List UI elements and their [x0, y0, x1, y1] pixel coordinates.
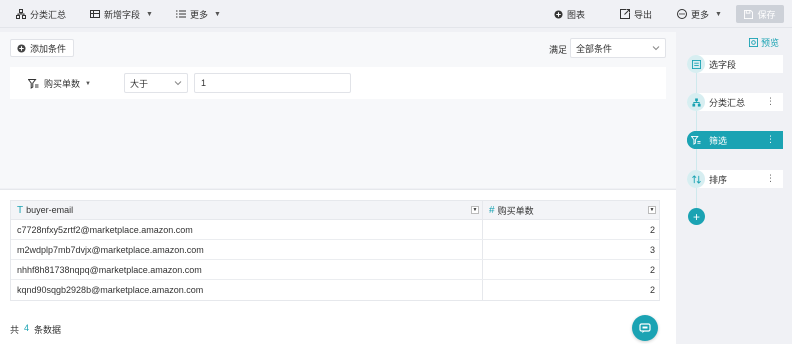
group-summary-icon [16, 9, 26, 19]
sort-icon [687, 170, 705, 188]
top-toolbar: 分类汇总 新增字段 ▼ 更多 ▼ 图表 导出 更多 ▼ 保存 [0, 0, 792, 28]
caret-down-icon: ▼ [715, 10, 722, 18]
help-chat-button[interactable] [632, 315, 658, 341]
column-label: 购买单数 [497, 205, 534, 216]
step-filter[interactable]: 筛选 ⋮ [687, 131, 783, 149]
data-panel: T buyer-email ▼ # 购买单数 ▼ c7728nfxy5zrtf2… [0, 189, 676, 344]
new-field-label: 新增字段 [104, 9, 141, 20]
more-vertical-icon[interactable]: ⋮ [766, 96, 775, 107]
export-button[interactable]: 导出 [620, 0, 652, 28]
satisfy-value: 全部条件 [576, 43, 613, 54]
satisfy-label: 满足 [549, 45, 568, 55]
caret-down-icon: ▼ [146, 10, 153, 18]
cell-email: nhhf8h81738nqpq@marketplace.amazon.com [11, 260, 483, 279]
column-menu-icon[interactable]: ▼ [648, 206, 656, 214]
chart-button[interactable]: 图表 [554, 0, 585, 28]
more-vertical-icon[interactable]: ⋮ [766, 173, 775, 184]
record-count-number: 4 [24, 323, 30, 333]
step-group-summary[interactable]: 分类汇总 ⋮ [687, 93, 783, 111]
group-summary-label: 分类汇总 [30, 9, 67, 20]
record-count-suffix: 条数据 [34, 325, 62, 335]
caret-down-icon: ▼ [214, 10, 221, 18]
chevron-down-icon [652, 45, 660, 51]
chart-label: 图表 [567, 9, 586, 20]
step-sort[interactable]: 排序 ⋮ [687, 170, 783, 188]
more-menu-right[interactable]: 更多 ▼ [677, 0, 722, 28]
table-row: c7728nfxy5zrtf2@marketplace.amazon.com 2 [11, 220, 659, 240]
chat-icon [639, 322, 651, 334]
more-right-label: 更多 [691, 9, 710, 20]
filter-icon [687, 131, 705, 149]
table-row: nhhf8h81738nqpq@marketplace.amazon.com 2 [11, 260, 659, 280]
save-button[interactable]: 保存 [736, 5, 784, 23]
step-label: 选字段 [709, 59, 737, 70]
more-vertical-icon[interactable]: ⋮ [766, 134, 775, 145]
add-condition-label: 添加条件 [30, 43, 67, 54]
column-label: buyer-email [26, 205, 74, 215]
number-type-icon: # [489, 204, 495, 216]
record-count-prefix: 共 [10, 325, 20, 335]
text-type-icon: T [17, 204, 24, 216]
table-row: kqnd90sqgb2928b@marketplace.amazon.com 2 [11, 280, 659, 300]
cell-count: 2 [649, 264, 655, 275]
new-field-button[interactable]: 新增字段 ▼ [90, 0, 153, 28]
condition-value-input[interactable] [194, 73, 351, 93]
new-field-icon [90, 9, 100, 19]
step-select-fields[interactable]: 选字段 [687, 55, 783, 73]
step-label: 筛选 [709, 135, 728, 146]
add-condition-button[interactable]: 添加条件 [10, 39, 75, 57]
group-summary-icon [687, 93, 705, 111]
preview-icon [749, 38, 758, 47]
add-step-button[interactable]: + [688, 208, 705, 225]
caret-down-icon: ▼ [85, 80, 91, 87]
column-header-buyer-email[interactable]: T buyer-email ▼ [11, 201, 483, 219]
condition-operator-select[interactable]: 大于 [124, 73, 188, 93]
plus-circle-icon [17, 43, 26, 53]
export-icon [620, 9, 630, 19]
filter-icon [28, 78, 39, 89]
save-icon [744, 9, 754, 19]
more-circle-icon [677, 9, 687, 19]
record-count: 共 4 条数据 [10, 323, 61, 336]
column-menu-icon[interactable]: ▼ [471, 206, 479, 214]
condition-field-select[interactable]: 购买单数 ▼ [28, 77, 91, 90]
list-icon [176, 9, 186, 19]
filter-panel: 添加条件 满足 全部条件 购买单数 ▼ 大于 [0, 32, 676, 188]
cell-count: 2 [649, 285, 655, 295]
table-row: m2wdplp7mb7dvjx@marketplace.amazon.com 3 [11, 240, 659, 260]
preview-label: 预览 [761, 38, 780, 48]
cell-email: kqnd90sqgb2928b@marketplace.amazon.com [11, 280, 483, 300]
plus-icon: + [692, 209, 700, 224]
select-field-icon [687, 55, 705, 73]
condition-operator-value: 大于 [130, 78, 149, 89]
column-header-purchase-count[interactable]: # 购买单数 ▼ [483, 201, 659, 219]
save-label: 保存 [757, 9, 776, 20]
satisfy-select[interactable]: 全部条件 [570, 38, 666, 58]
step-label: 排序 [709, 174, 728, 185]
export-label: 导出 [634, 9, 653, 20]
cell-email: m2wdplp7mb7dvjx@marketplace.amazon.com [11, 240, 483, 259]
filter-condition-row: 购买单数 ▼ 大于 [10, 67, 666, 99]
group-summary-button[interactable]: 分类汇总 [16, 0, 66, 28]
plus-circle-icon [554, 9, 563, 19]
step-label: 分类汇总 [709, 97, 746, 108]
more-menu-left[interactable]: 更多 ▼ [176, 0, 221, 28]
chevron-down-icon [174, 80, 182, 86]
cell-email: c7728nfxy5zrtf2@marketplace.amazon.com [11, 220, 483, 239]
table-header: T buyer-email ▼ # 购买单数 ▼ [11, 201, 659, 220]
more-left-label: 更多 [190, 9, 209, 20]
result-table: T buyer-email ▼ # 购买单数 ▼ c7728nfxy5zrtf2… [10, 200, 660, 301]
cell-count: 3 [649, 244, 655, 255]
condition-field-label: 购买单数 [44, 79, 81, 89]
cell-count: 2 [649, 224, 655, 235]
preview-button[interactable]: 预览 [749, 36, 779, 49]
